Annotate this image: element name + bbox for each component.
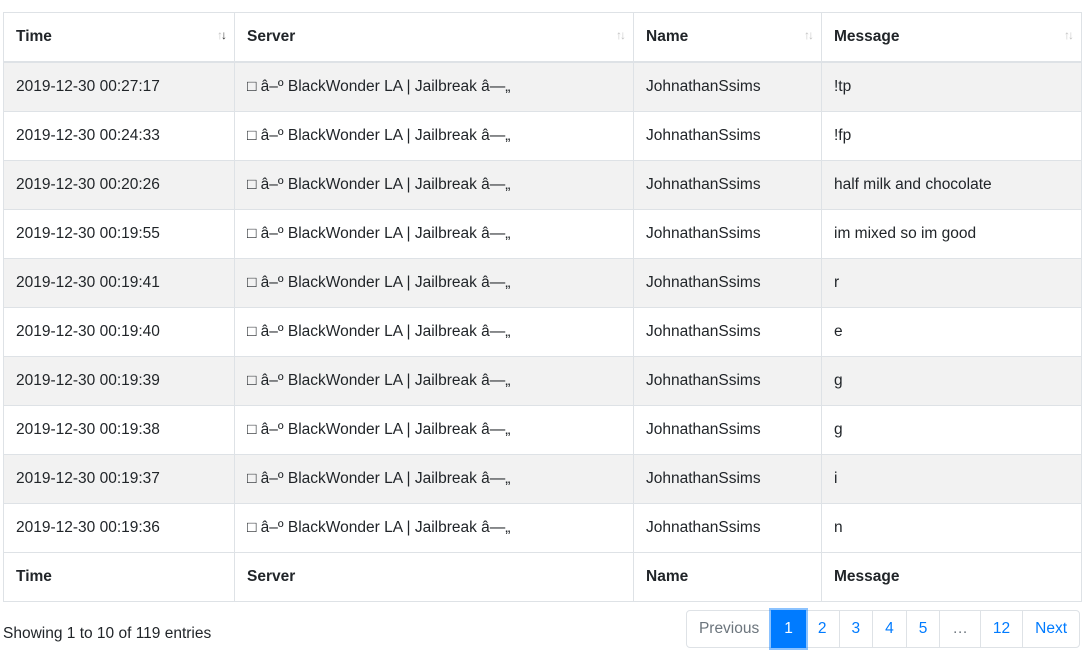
cell-server: □ â–º BlackWonder LA | Jailbreak â—„ (234, 356, 634, 406)
cell-message: im mixed so im good (821, 209, 1082, 259)
cell-server: □ â–º BlackWonder LA | Jailbreak â—„ (234, 307, 634, 357)
messages-table: Time ↑↓ Server ↑↓ Name ↑↓ Message ↑↓ 201… (3, 12, 1082, 602)
table-row: 2019-12-30 00:19:55 □ â–º BlackWonder LA… (3, 209, 1082, 259)
column-header-label: Time (16, 28, 52, 45)
cell-time: 2019-12-30 00:24:33 (3, 111, 235, 161)
table-header: Time ↑↓ Server ↑↓ Name ↑↓ Message ↑↓ (3, 12, 1082, 63)
table-row: 2019-12-30 00:27:17 □ â–º BlackWonder LA… (3, 61, 1082, 112)
cell-message: g (821, 356, 1082, 406)
column-header-time[interactable]: Time ↑↓ (3, 12, 235, 63)
table-row: 2019-12-30 00:24:33 □ â–º BlackWonder LA… (3, 111, 1082, 161)
cell-server: □ â–º BlackWonder LA | Jailbreak â—„ (234, 258, 634, 308)
page-button-12[interactable]: 12 (979, 610, 1024, 648)
table-row: 2019-12-30 00:19:38 □ â–º BlackWonder LA… (3, 405, 1082, 455)
cell-server: □ â–º BlackWonder LA | Jailbreak â—„ (234, 111, 634, 161)
cell-message: n (821, 503, 1082, 553)
cell-message: e (821, 307, 1082, 357)
page-button-2[interactable]: 2 (804, 610, 840, 648)
column-header-server[interactable]: Server ↑↓ (234, 12, 634, 63)
cell-message: !fp (821, 111, 1082, 161)
cell-server: □ â–º BlackWonder LA | Jailbreak â—„ (234, 503, 634, 553)
column-header-label: Message (834, 28, 900, 45)
cell-name: JohnathanSsims (633, 258, 822, 308)
cell-name: JohnathanSsims (633, 61, 822, 112)
cell-server: □ â–º BlackWonder LA | Jailbreak â—„ (234, 160, 634, 210)
cell-message: half milk and chocolate (821, 160, 1082, 210)
table-row: 2019-12-30 00:19:41 □ â–º BlackWonder LA… (3, 258, 1082, 308)
cell-time: 2019-12-30 00:19:39 (3, 356, 235, 406)
cell-name: JohnathanSsims (633, 209, 822, 259)
cell-message: !tp (821, 61, 1082, 112)
column-header-message[interactable]: Message ↑↓ (821, 12, 1082, 63)
sort-neutral-icon[interactable]: ↑↓ (616, 28, 626, 42)
footer-column-time: Time (3, 552, 235, 602)
table-row: 2019-12-30 00:19:37 □ â–º BlackWonder LA… (3, 454, 1082, 504)
page-button-4[interactable]: 4 (872, 610, 907, 648)
footer-column-message: Message (821, 552, 1082, 602)
table-row: 2019-12-30 00:19:36 □ â–º BlackWonder LA… (3, 503, 1082, 553)
table-footer: Time Server Name Message (3, 552, 1082, 602)
cell-name: JohnathanSsims (633, 356, 822, 406)
column-header-name[interactable]: Name ↑↓ (633, 12, 822, 63)
pagination: Previous 1 2 3 4 5 … 12 Next (685, 610, 1080, 648)
column-header-label: Server (247, 28, 296, 45)
cell-server: □ â–º BlackWonder LA | Jailbreak â—„ (234, 454, 634, 504)
cell-server: □ â–º BlackWonder LA | Jailbreak â—„ (234, 61, 634, 112)
cell-name: JohnathanSsims (633, 307, 822, 357)
page-button-5[interactable]: 5 (905, 610, 941, 648)
cell-time: 2019-12-30 00:19:40 (3, 307, 235, 357)
cell-name: JohnathanSsims (633, 405, 822, 455)
entries-info: Showing 1 to 10 of 119 entries (3, 625, 212, 642)
cell-message: r (821, 258, 1082, 308)
table-body: 2019-12-30 00:27:17 □ â–º BlackWonder LA… (3, 61, 1082, 553)
cell-time: 2019-12-30 00:19:55 (3, 209, 235, 259)
cell-server: □ â–º BlackWonder LA | Jailbreak â—„ (234, 209, 634, 259)
cell-time: 2019-12-30 00:19:41 (3, 258, 235, 308)
column-header-label: Name (646, 28, 689, 45)
table-row: 2019-12-30 00:19:39 □ â–º BlackWonder LA… (3, 356, 1082, 406)
previous-page-button[interactable]: Previous (685, 610, 773, 648)
sort-neutral-icon[interactable]: ↑↓ (1064, 28, 1074, 42)
cell-time: 2019-12-30 00:19:37 (3, 454, 235, 504)
cell-time: 2019-12-30 00:19:38 (3, 405, 235, 455)
footer-column-name: Name (633, 552, 822, 602)
cell-name: JohnathanSsims (633, 503, 822, 553)
table-row: 2019-12-30 00:20:26 □ â–º BlackWonder LA… (3, 160, 1082, 210)
cell-time: 2019-12-30 00:19:36 (3, 503, 235, 553)
cell-time: 2019-12-30 00:27:17 (3, 61, 235, 112)
page-button-1[interactable]: 1 (771, 610, 806, 648)
next-page-button[interactable]: Next (1022, 610, 1080, 648)
cell-name: JohnathanSsims (633, 454, 822, 504)
footer-column-server: Server (234, 552, 634, 602)
table-row: 2019-12-30 00:19:40 □ â–º BlackWonder LA… (3, 307, 1082, 357)
cell-message: i (821, 454, 1082, 504)
page-ellipsis: … (939, 610, 981, 648)
sort-neutral-icon[interactable]: ↑↓ (804, 28, 814, 42)
cell-name: JohnathanSsims (633, 111, 822, 161)
cell-server: □ â–º BlackWonder LA | Jailbreak â—„ (234, 405, 634, 455)
cell-name: JohnathanSsims (633, 160, 822, 210)
cell-message: g (821, 405, 1082, 455)
sort-descending-icon[interactable]: ↑↓ (217, 28, 227, 42)
cell-time: 2019-12-30 00:20:26 (3, 160, 235, 210)
page-button-3[interactable]: 3 (838, 610, 874, 648)
